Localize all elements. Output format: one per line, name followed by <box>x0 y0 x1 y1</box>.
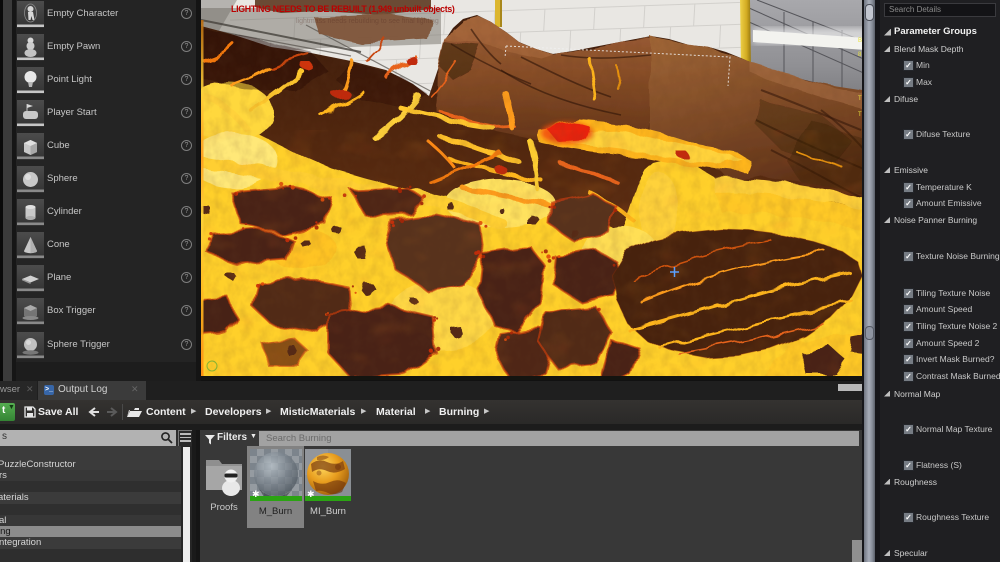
svg-text:lightmass needs rebuilding to: lightmass needs rebuilding to see final … <box>296 18 439 25</box>
svg-text:LIGHTING NEEDS TO BE REBUILT (: LIGHTING NEEDS TO BE REBUILT (1,949 unbu… <box>231 4 455 14</box>
